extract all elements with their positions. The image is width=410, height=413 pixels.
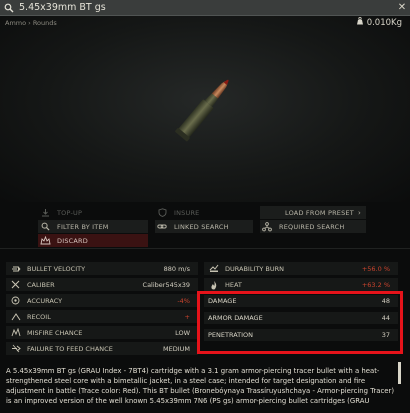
stat-failure-to-feed: FAILURE TO FEED CHANCE MEDIUM [6, 342, 198, 356]
required-search-label: REQUIRED SEARCH [279, 222, 345, 231]
caliber-icon [8, 280, 23, 289]
divider [0, 248, 410, 258]
insure-button[interactable]: INSURE [155, 206, 253, 219]
item-preview[interactable]: Ammo › Rounds 0.010Kg [0, 16, 410, 202]
linked-search-label: LINKED SEARCH [174, 222, 229, 231]
description-scrollbar[interactable] [398, 362, 401, 384]
weight-readout: 0.010Kg [356, 16, 402, 28]
stat-accuracy: ACCURACY -4% [6, 294, 198, 308]
stat-label: BULLET VELOCITY [27, 264, 86, 273]
search-icon [3, 2, 15, 14]
search-icon [38, 222, 52, 231]
highlight-box [197, 291, 403, 354]
close-icon: ✕ [397, 2, 407, 13]
filter-by-item-button[interactable]: FILTER BY ITEM [38, 220, 148, 233]
stat-caliber: CALIBER Caliber545x39 [6, 278, 198, 292]
shield-icon [155, 208, 169, 217]
load-from-preset-label: LOAD FROM PRESET [285, 208, 354, 217]
stat-label: FAILURE TO FEED CHANCE [27, 344, 113, 353]
stat-label: HEAT [225, 280, 242, 289]
stat-value: 880 m/s [163, 264, 190, 273]
stat-value: +56.0 % [361, 264, 390, 273]
action-panel: TOP-UP FILTER BY ITEM DISCARD INSURE LIN… [0, 202, 410, 248]
filter-by-item-label: FILTER BY ITEM [57, 222, 109, 231]
top-up-label: TOP-UP [57, 208, 83, 217]
breadcrumb: Ammo › Rounds [5, 19, 57, 27]
title-bar[interactable]: 5.45x39mm BT gs ✕ [0, 0, 410, 16]
stat-misfire-chance: MISFIRE CHANCE LOW [6, 326, 198, 340]
load-from-preset-button[interactable]: LOAD FROM PRESET › [260, 206, 366, 219]
misfire-icon [8, 328, 23, 337]
stat-label: DURABILITY BURN [225, 264, 284, 273]
close-button[interactable]: ✕ [394, 0, 410, 16]
stat-value: Caliber545x39 [142, 280, 190, 289]
heat-icon [206, 280, 221, 290]
discard-label: DISCARD [57, 236, 88, 245]
discard-icon [38, 236, 52, 245]
stat-value: MEDIUM [162, 344, 190, 353]
top-up-button[interactable]: TOP-UP [38, 206, 148, 219]
stat-durability-burn: DURABILITY BURN +56.0 % [204, 262, 398, 276]
linked-search-button[interactable]: LINKED SEARCH [155, 220, 253, 233]
stat-label: RECOIL [27, 312, 51, 321]
discard-button[interactable]: DISCARD [38, 234, 148, 247]
cartridge-image [170, 64, 238, 158]
stat-bullet-velocity: BULLET VELOCITY 880 m/s [6, 262, 198, 276]
stat-recoil: RECOIL + [6, 310, 198, 324]
download-icon [38, 208, 52, 217]
failure-to-feed-icon [8, 344, 23, 353]
stat-value: LOW [175, 328, 190, 337]
recoil-icon [8, 312, 23, 321]
bullet-velocity-icon [8, 265, 23, 273]
stat-label: CALIBER [27, 280, 55, 289]
stat-value: +63.2 % [361, 280, 390, 289]
chevron-right-icon: › [358, 208, 361, 217]
item-description: A 5.45x39mm BT gs (GRAU Index - 7BT4) ca… [6, 367, 395, 405]
link-icon [155, 222, 169, 231]
stat-heat: HEAT +63.2 % [204, 278, 398, 292]
durability-burn-icon [206, 264, 221, 273]
stat-label: MISFIRE CHANCE [27, 328, 83, 337]
accuracy-icon [8, 296, 23, 305]
weight-value: 0.010Kg [366, 17, 402, 28]
insure-label: INSURE [174, 208, 200, 217]
weight-icon [356, 16, 364, 28]
required-search-icon [260, 221, 274, 232]
window-title: 5.45x39mm BT gs [19, 2, 106, 13]
stat-value: + [184, 312, 190, 321]
stat-label: ACCURACY [27, 296, 63, 305]
required-search-button[interactable]: REQUIRED SEARCH [260, 220, 366, 233]
stat-value: -4% [177, 296, 190, 305]
